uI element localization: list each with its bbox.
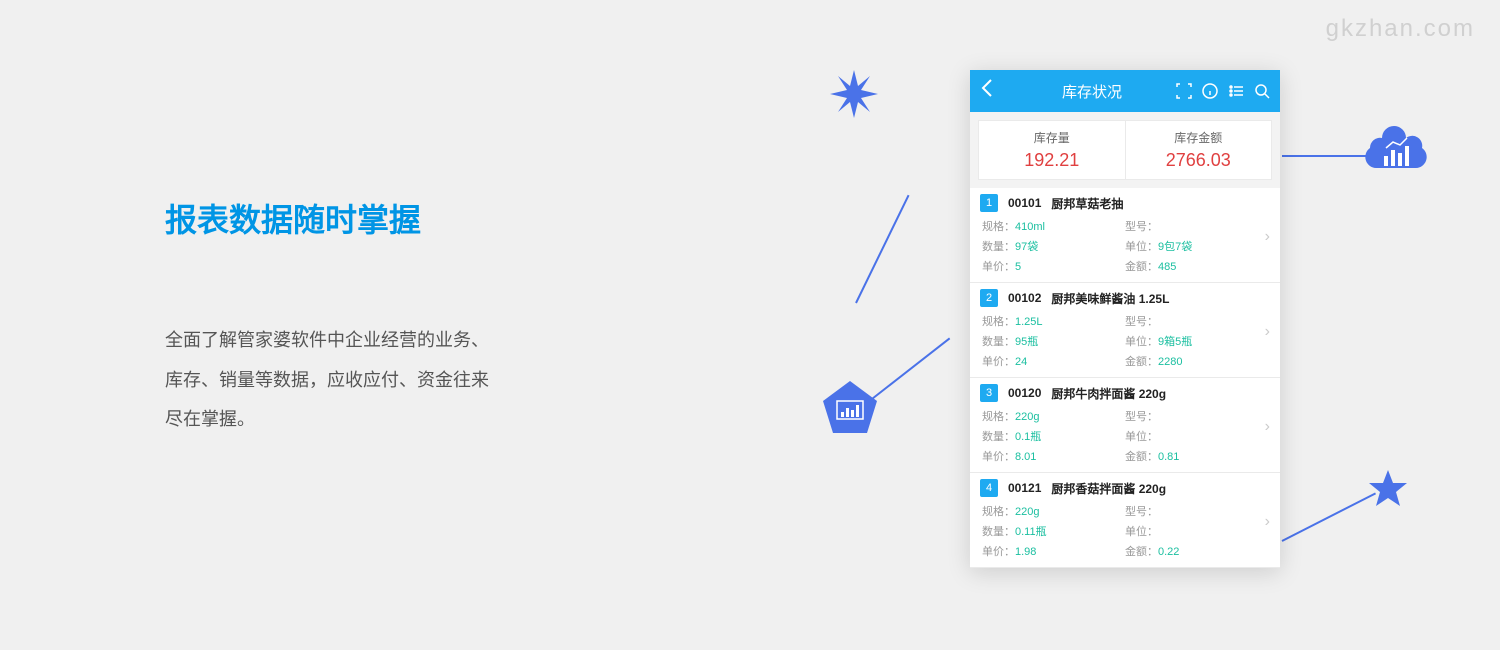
item-price: 单价：8.01 [982, 448, 1125, 464]
hero-desc-line: 尽在掌握。 [165, 400, 665, 440]
item-index-badge: 2 [980, 289, 998, 307]
hero-desc-line: 库存、销量等数据，应收应付、资金往来 [165, 361, 665, 401]
item-qty: 数量：97袋 [982, 238, 1125, 254]
connector-line [1282, 155, 1372, 157]
item-unit: 单位：9包7袋 [1125, 238, 1268, 254]
item-unit: 单位：9箱5瓶 [1125, 333, 1268, 349]
item-amount: 金额：0.22 [1125, 543, 1268, 559]
summary-qty-value: 192.21 [979, 150, 1125, 171]
hero-description: 全面了解管家婆软件中企业经营的业务、 库存、销量等数据，应收应付、资金往来 尽在… [165, 321, 665, 440]
scan-icon[interactable] [1176, 83, 1192, 99]
item-model: 型号： [1125, 218, 1268, 234]
app-header: 库存状况 [970, 70, 1280, 112]
page-title: 库存状况 [994, 81, 1176, 102]
item-model: 型号： [1125, 313, 1268, 329]
summary-qty: 库存量 192.21 [979, 121, 1126, 179]
star-icon [1368, 468, 1408, 508]
list-icon[interactable] [1228, 83, 1244, 99]
item-qty: 数量：0.1瓶 [982, 428, 1125, 444]
chevron-right-icon: › [1265, 323, 1270, 341]
chart-pentagon-icon [820, 378, 880, 438]
item-model: 型号： [1125, 408, 1268, 424]
item-index-badge: 3 [980, 384, 998, 402]
inventory-item[interactable]: 1 00101 厨邦草菇老抽 规格：410ml 型号： 数量：97袋 单位：9包… [970, 188, 1280, 283]
item-name: 厨邦牛肉拌面酱 220g [1051, 385, 1166, 402]
item-price: 单价：24 [982, 353, 1125, 369]
item-amount: 金额：485 [1125, 258, 1268, 274]
item-price: 单价：1.98 [982, 543, 1125, 559]
item-spec: 规格：1.25L [982, 313, 1125, 329]
phone-mockup: 库存状况 [970, 70, 1280, 568]
item-code: 00121 [1008, 481, 1041, 495]
item-qty: 数量：95瓶 [982, 333, 1125, 349]
item-name: 厨邦草菇老抽 [1051, 195, 1123, 212]
item-price: 单价：5 [982, 258, 1125, 274]
summary-amount-label: 库存金额 [1126, 129, 1272, 146]
info-icon[interactable] [1202, 83, 1218, 99]
chevron-right-icon: › [1265, 513, 1270, 531]
item-amount: 金额：2280 [1125, 353, 1268, 369]
connector-line [1282, 492, 1376, 541]
item-amount: 金额：0.81 [1125, 448, 1268, 464]
starburst-icon [830, 70, 878, 118]
summary-panel: 库存量 192.21 库存金额 2766.03 [978, 120, 1272, 180]
chevron-right-icon: › [1265, 418, 1270, 436]
connector-line [855, 195, 909, 304]
item-qty: 数量：0.11瓶 [982, 523, 1125, 539]
item-index-badge: 1 [980, 194, 998, 212]
item-model: 型号： [1125, 503, 1268, 519]
hero-title: 报表数据随时掌握 [165, 195, 665, 241]
watermark: gkzhan.com [1326, 15, 1475, 43]
items-list: 1 00101 厨邦草菇老抽 规格：410ml 型号： 数量：97袋 单位：9包… [970, 188, 1280, 568]
item-index-badge: 4 [980, 479, 998, 497]
item-spec: 规格：220g [982, 408, 1125, 424]
back-icon[interactable] [980, 77, 994, 105]
summary-qty-label: 库存量 [979, 129, 1125, 146]
inventory-item[interactable]: 2 00102 厨邦美味鲜酱油 1.25L 规格：1.25L 型号： 数量：95… [970, 283, 1280, 378]
item-unit: 单位： [1125, 523, 1268, 539]
item-name: 厨邦美味鲜酱油 1.25L [1051, 290, 1169, 307]
inventory-item[interactable]: 3 00120 厨邦牛肉拌面酱 220g 规格：220g 型号： 数量：0.1瓶… [970, 378, 1280, 473]
chart-cloud-icon [1362, 126, 1430, 182]
item-code: 00102 [1008, 291, 1041, 305]
item-code: 00120 [1008, 386, 1041, 400]
hero-desc-line: 全面了解管家婆软件中企业经营的业务、 [165, 321, 665, 361]
chevron-right-icon: › [1265, 228, 1270, 246]
item-code: 00101 [1008, 196, 1041, 210]
hero-text-block: 报表数据随时掌握 全面了解管家婆软件中企业经营的业务、 库存、销量等数据，应收应… [165, 195, 665, 440]
item-unit: 单位： [1125, 428, 1268, 444]
summary-amount: 库存金额 2766.03 [1126, 121, 1272, 179]
inventory-item[interactable]: 4 00121 厨邦香菇拌面酱 220g 规格：220g 型号： 数量：0.11… [970, 473, 1280, 568]
item-name: 厨邦香菇拌面酱 220g [1051, 480, 1166, 497]
summary-amount-value: 2766.03 [1126, 150, 1272, 171]
search-icon[interactable] [1254, 83, 1270, 99]
item-spec: 规格：220g [982, 503, 1125, 519]
item-spec: 规格：410ml [982, 218, 1125, 234]
